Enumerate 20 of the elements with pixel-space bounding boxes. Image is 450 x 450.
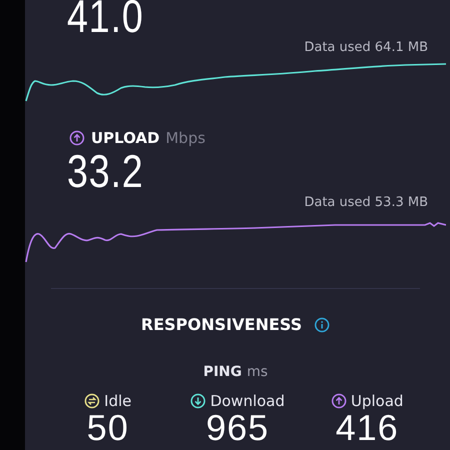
upload-speed: 33.2 bbox=[67, 147, 144, 195]
responsiveness-title: RESPONSIVENESS bbox=[141, 315, 302, 334]
ping-value: 416 bbox=[336, 410, 399, 446]
ping-value: 965 bbox=[206, 410, 270, 446]
ping-label: PING bbox=[203, 364, 242, 380]
upload-label: UPLOAD bbox=[91, 129, 160, 147]
upload-unit: Mbps bbox=[166, 129, 206, 147]
ping-type-label: Upload bbox=[350, 392, 404, 410]
data-used-text: Data used 53.3 MB bbox=[304, 195, 428, 210]
ping-value: 50 bbox=[86, 410, 129, 446]
ping-type-label: Download bbox=[210, 392, 285, 410]
ping-unit: ms bbox=[246, 364, 268, 380]
swap-icon bbox=[84, 393, 100, 409]
info-icon bbox=[314, 316, 330, 332]
download-speed: 41.0 bbox=[67, 0, 144, 40]
download-icon bbox=[190, 393, 206, 409]
upload-icon bbox=[69, 130, 85, 146]
ping-type-label: Idle bbox=[104, 392, 132, 410]
data-used-text: Data used 64.1 MB bbox=[304, 40, 428, 55]
upload-icon bbox=[330, 393, 347, 409]
